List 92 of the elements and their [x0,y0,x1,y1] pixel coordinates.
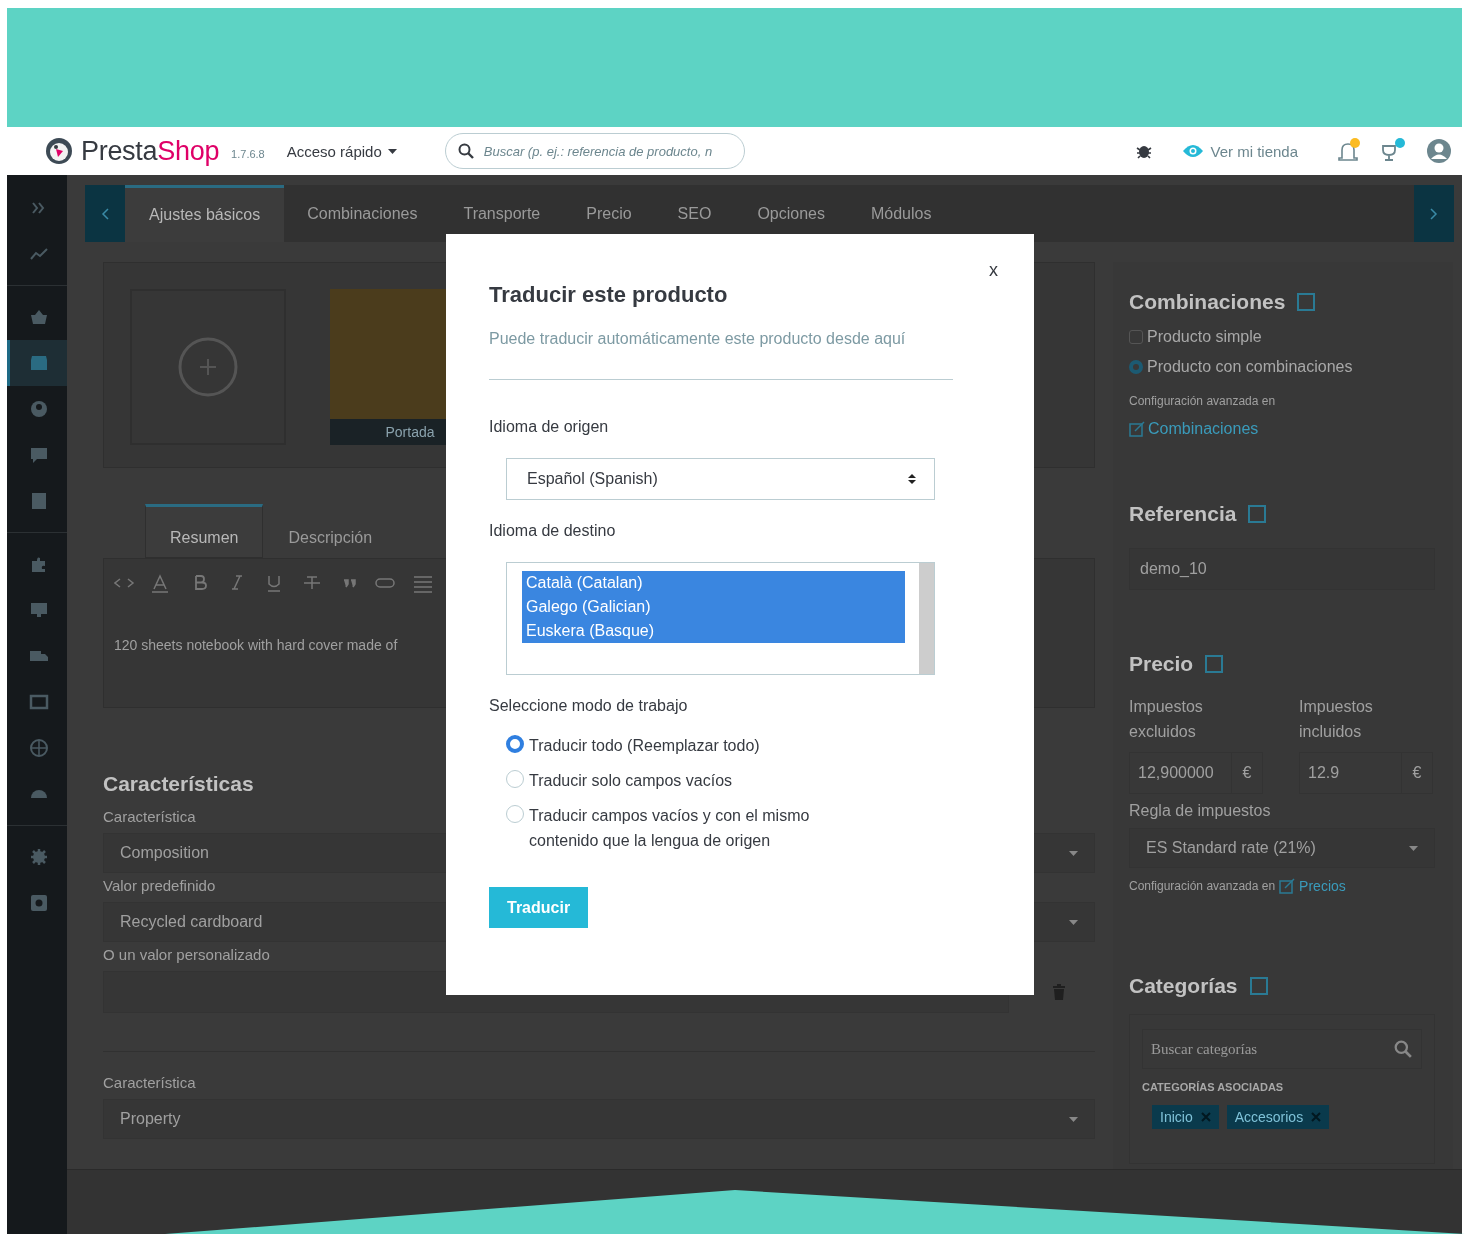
field-label: Característica [103,1074,196,1091]
product-tab[interactable]: Combinaciones [284,185,441,242]
editor-tab[interactable]: Descripción [263,504,398,558]
scrollbar[interactable] [919,563,934,674]
remove-icon[interactable] [1200,1112,1211,1122]
combinations-link[interactable]: Combinaciones [1148,420,1259,438]
search-icon [457,143,474,159]
field-label: Idioma de origen [489,418,610,436]
field-label: Regla de impuestos [1129,802,1271,820]
caret-icon [1069,1116,1078,1122]
prices-link[interactable]: Precios [1299,878,1346,894]
category-tag[interactable]: Accesorios [1226,1105,1330,1129]
logo-text[interactable]: PrestaShop [81,135,220,167]
section-heading: Referencia [1129,502,1237,526]
editor-tab[interactable]: Resumen [145,504,264,558]
language-option[interactable]: Català (Catalan) [522,571,905,595]
category-search-field[interactable]: Buscar categorías [1142,1029,1422,1069]
store-icon [28,354,49,372]
quick-access-dropdown[interactable]: Acceso rápido [286,142,397,160]
advanced-settings-note: Configuración avanzada en [1129,879,1276,893]
external-link-icon [1129,421,1145,437]
product-tab[interactable]: SEO [654,185,735,242]
help-icon[interactable] [1205,655,1224,673]
search-icon [1394,1040,1412,1058]
field-label: Característica [103,808,196,825]
summary-text: 120 sheets notebook with hard cover made of [114,637,398,653]
monitor-icon [28,601,49,619]
field-label: Impuestos incluidos [1299,697,1374,742]
close-button[interactable]: x [989,260,998,281]
field-label: Idioma de destino [489,522,617,540]
version-label: 1.7.6.8 [231,148,265,160]
category-tag[interactable]: Inicio [1152,1105,1219,1129]
trophy-icon[interactable] [1380,138,1406,164]
reference-field[interactable]: demo_10 [1129,548,1435,590]
target-language-list[interactable]: Català (Catalan) Galego (Galician) Euskera (Basque) [506,562,935,675]
plus-circle-icon [178,337,238,397]
trash-icon[interactable] [1053,984,1065,1000]
caret-icon [1069,850,1078,856]
tax-rule-dropdown[interactable]: ES Standard rate (21%) [1129,828,1435,868]
radio-option[interactable]: Traducir todo (Reemplazar todo) [506,733,760,758]
eye-icon [1182,144,1205,158]
radio-option[interactable]: Producto con combinaciones [1129,358,1353,376]
caret-icon [1069,919,1078,925]
caret-icon [387,148,397,154]
external-link-icon [1279,878,1296,894]
language-option[interactable]: Euskera (Basque) [522,619,905,643]
remove-icon[interactable] [1311,1112,1322,1122]
field-label: Valor predefinido [103,877,216,894]
sort-arrows-icon [908,473,916,485]
section-heading: Precio [1129,652,1194,676]
product-tab[interactable]: Opciones [734,185,848,242]
radio-option[interactable]: Traducir campos vacíos y con el mismo contenido que la lengua de origen [506,803,859,853]
section-heading: Combinaciones [1129,290,1286,314]
source-language-dropdown[interactable]: Español (Spanish) [506,458,935,500]
section-heading: Categorías [1129,974,1238,998]
globe-icon [28,739,49,757]
view-store-link[interactable]: Ver mi tienda [1182,142,1298,160]
advanced-settings-note: Configuración avanzada en [1129,394,1276,408]
field-label: O un valor personalizado [103,946,270,963]
product-tab[interactable]: Transporte [440,185,564,242]
sidebar-item[interactable] [7,340,67,386]
user-icon [28,400,49,418]
help-icon[interactable] [1248,505,1267,523]
price-field[interactable]: 12.9 € [1299,752,1433,794]
help-icon[interactable] [1249,977,1268,995]
dialog-title: Traducir este producto [489,282,729,308]
product-tab[interactable]: Ajustes básicos [125,185,285,242]
select-dropdown[interactable]: Property [103,1099,1095,1139]
price-field[interactable]: 12,900000 € [1129,752,1263,794]
add-image-tile[interactable] [130,289,286,445]
caret-icon [1409,845,1418,851]
user-account-icon[interactable] [1426,138,1452,164]
chevron-left-icon [101,207,109,220]
associated-categories-label: CATEGORÍAS ASOCIADAS [1142,1081,1284,1093]
help-icon[interactable] [1297,293,1316,311]
product-tab[interactable]: Módulos [848,185,955,242]
basket-icon [28,308,49,326]
product-tab[interactable]: Precio [563,185,655,242]
section-heading: Características [103,772,254,796]
gear-icon [28,848,49,866]
language-option[interactable]: Galego (Galician) [522,595,905,619]
card-icon [28,693,49,711]
chevron-right-icon [1430,207,1438,220]
radio-option[interactable]: Traducir solo campos vacíos [506,768,733,793]
field-label: Seleccione modo de trabajo [489,697,689,715]
field-label: Impuestos excluidos [1129,697,1204,742]
search-field[interactable]: Buscar (p. ej.: referencia de producto, n [444,133,745,169]
dialog-description: Puede traducir automáticamente este producto desde aquí [489,329,907,349]
chat-icon [28,446,49,464]
radio-option[interactable]: Producto simple [1129,328,1262,346]
bell-icon[interactable] [1338,138,1360,164]
puffin-logo-icon [45,137,73,165]
